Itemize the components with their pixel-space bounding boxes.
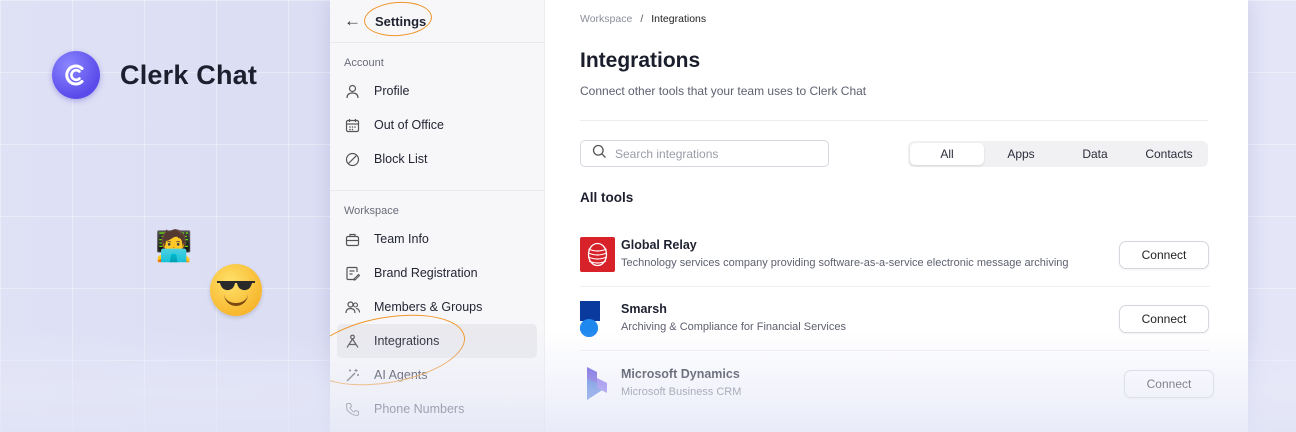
sidebar-item-brand-registration[interactable]: Brand Registration — [337, 256, 537, 290]
sidebar-item-label: Out of Office — [374, 118, 444, 132]
sidebar-item-label: Phone Numbers — [374, 402, 465, 416]
brand-name: Clerk Chat — [120, 59, 258, 90]
connect-button[interactable]: Connect — [1119, 305, 1209, 333]
connect-button[interactable]: Connect — [1124, 370, 1214, 398]
integration-description: Microsoft Business CRM — [621, 386, 742, 398]
sunglasses-emoji-icon — [210, 264, 262, 316]
sidebar: ← Settings Account Profile Out of Office… — [330, 0, 545, 432]
search-box[interactable] — [580, 140, 829, 167]
block-icon — [345, 152, 360, 167]
breadcrumb-current: Integrations — [651, 13, 707, 25]
global-relay-logo-icon — [580, 237, 615, 272]
page-title: Integrations — [580, 49, 701, 72]
sidebar-item-label: Members & Groups — [374, 300, 483, 314]
microsoft-dynamics-logo-icon — [580, 366, 615, 401]
user-icon — [345, 84, 360, 99]
sidebar-divider — [330, 190, 544, 191]
filter-tab-data[interactable]: Data — [1058, 143, 1132, 165]
search-input[interactable] — [615, 146, 815, 161]
row-divider — [580, 286, 1210, 287]
integration-description: Archiving & Compliance for Financial Ser… — [621, 321, 846, 333]
phone-icon — [345, 402, 360, 417]
row-divider — [580, 350, 1210, 351]
section-label-workspace: Workspace — [344, 205, 399, 217]
settings-window: ← Settings Account Profile Out of Office… — [330, 0, 1248, 432]
sidebar-item-label: Profile — [374, 84, 410, 98]
filter-tabs: All Apps Data Contacts — [908, 141, 1208, 167]
sidebar-item-profile[interactable]: Profile — [337, 74, 537, 108]
connect-button[interactable]: Connect — [1119, 241, 1209, 269]
users-icon — [345, 300, 360, 315]
integration-row-microsoft-dynamics: Microsoft Dynamics Microsoft Business CR… — [580, 366, 1214, 422]
document-edit-icon — [345, 266, 360, 281]
section-label-account: Account — [344, 57, 384, 69]
brand: Clerk Chat — [52, 51, 257, 99]
sidebar-item-label: Brand Registration — [374, 266, 478, 280]
main-content: Workspace / Integrations Integrations Conn… — [580, 0, 1214, 432]
person-laptop-emoji-icon: 🧑‍💻 — [155, 229, 193, 264]
annotation-circle — [362, 0, 434, 39]
sidebar-item-phone-numbers[interactable]: Phone Numbers — [337, 392, 537, 426]
search-icon — [592, 144, 607, 164]
sidebar-item-block-list[interactable]: Block List — [337, 142, 537, 176]
back-arrow-icon[interactable]: ← — [344, 11, 361, 31]
sidebar-item-team-info[interactable]: Team Info — [337, 222, 537, 256]
briefcase-icon — [345, 232, 360, 247]
filter-tab-all[interactable]: All — [910, 143, 984, 165]
breadcrumb-parent[interactable]: Workspace — [580, 13, 632, 25]
breadcrumb: Workspace / Integrations — [580, 13, 706, 25]
integration-name: Microsoft Dynamics — [621, 367, 740, 381]
integration-name: Smarsh — [621, 302, 667, 316]
clerk-chat-logo-icon — [52, 51, 100, 99]
page-subtitle: Connect other tools that your team uses … — [580, 84, 867, 98]
sidebar-header: ← Settings — [330, 0, 544, 43]
integration-name: Global Relay — [621, 238, 697, 252]
integration-row-global-relay: Global Relay Technology services company… — [580, 237, 1210, 293]
calendar-icon — [345, 118, 360, 133]
breadcrumb-separator: / — [640, 13, 644, 25]
sidebar-item-label: Block List — [374, 152, 428, 166]
section-title: All tools — [580, 190, 634, 205]
sidebar-item-label: Team Info — [374, 232, 429, 246]
sidebar-item-out-of-office[interactable]: Out of Office — [337, 108, 537, 142]
smarsh-logo-icon — [580, 301, 615, 337]
header-divider — [580, 120, 1208, 121]
filter-tab-apps[interactable]: Apps — [984, 143, 1058, 165]
integration-description: Technology services company providing so… — [621, 257, 1069, 269]
filter-tab-contacts[interactable]: Contacts — [1132, 143, 1206, 165]
integration-row-smarsh: Smarsh Archiving & Compliance for Financ… — [580, 301, 1210, 357]
